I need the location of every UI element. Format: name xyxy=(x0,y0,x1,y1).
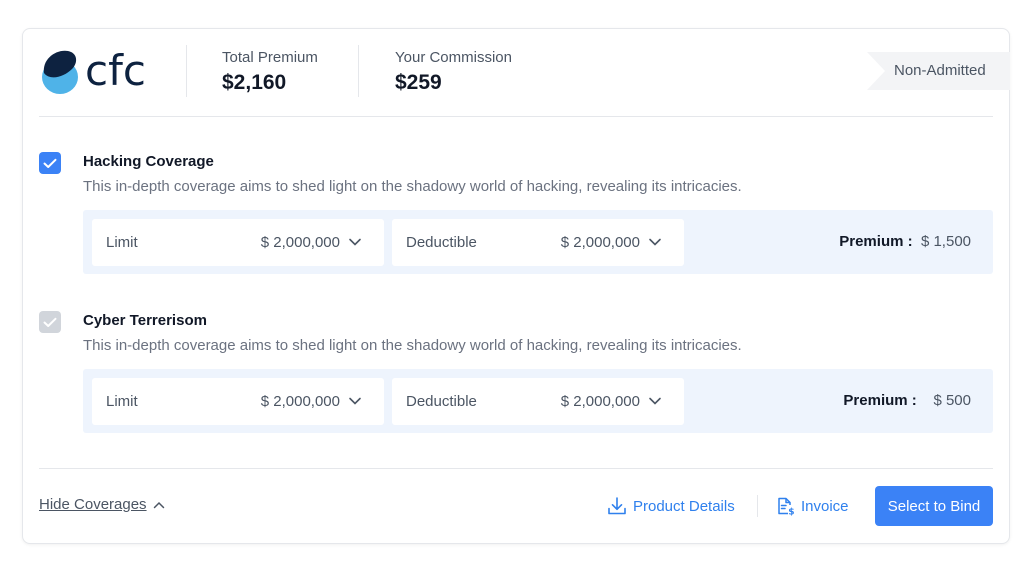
svg-text:$: $ xyxy=(788,508,794,517)
cyber-terrorism-checkbox[interactable] xyxy=(39,311,61,333)
total-premium-label: Total Premium xyxy=(222,49,318,66)
product-details-label: Product Details xyxy=(633,497,735,515)
coverage-description: This in-depth coverage aims to shed ligh… xyxy=(83,337,742,354)
chevron-down-icon xyxy=(349,238,361,246)
chevron-down-icon xyxy=(349,397,361,405)
coverage-premium: Premium : $ 500 xyxy=(843,392,971,409)
invoice-icon: $ xyxy=(778,497,794,517)
deductible-value: $ 2,000,000 xyxy=(560,234,640,251)
download-icon xyxy=(608,497,626,515)
footer-separator xyxy=(39,468,993,469)
coverage-options-panel: Limit $ 2,000,000 Deductible $ 2,000,000… xyxy=(83,369,993,433)
checkmark-icon xyxy=(43,158,57,168)
premium-label: Premium : xyxy=(839,233,913,250)
limit-select[interactable]: Limit $ 2,000,000 xyxy=(92,378,384,425)
limit-label: Limit xyxy=(106,393,138,410)
limit-label: Limit xyxy=(106,234,138,251)
commission-value: $259 xyxy=(395,71,442,94)
premium-label: Premium : xyxy=(843,392,917,409)
coverage-premium: Premium : $ 1,500 xyxy=(839,233,971,250)
coverage-options-panel: Limit $ 2,000,000 Deductible $ 2,000,000… xyxy=(83,210,993,274)
quote-card xyxy=(22,28,1010,544)
header-separator xyxy=(39,116,993,117)
premium-value: $ 1,500 xyxy=(920,233,971,250)
deductible-select[interactable]: Deductible $ 2,000,000 xyxy=(392,219,684,266)
product-details-link[interactable]: Product Details xyxy=(607,496,735,516)
header-divider xyxy=(186,45,187,97)
chevron-up-icon xyxy=(153,501,164,508)
limit-select[interactable]: Limit $ 2,000,000 xyxy=(92,219,384,266)
hide-coverages-label: Hide Coverages xyxy=(39,496,147,513)
admission-status-badge: Non-Admitted xyxy=(867,52,1010,90)
deductible-label: Deductible xyxy=(406,234,477,251)
invoice-label: Invoice xyxy=(801,497,849,515)
header-divider xyxy=(358,45,359,97)
coverage-title: Cyber Terrerisom xyxy=(83,312,207,329)
deductible-value: $ 2,000,000 xyxy=(560,393,640,410)
total-premium-value: $2,160 xyxy=(222,71,287,94)
coverage-title: Hacking Coverage xyxy=(83,153,214,170)
checkmark-icon xyxy=(43,317,57,327)
limit-value: $ 2,000,000 xyxy=(260,234,340,251)
deductible-label: Deductible xyxy=(406,393,477,410)
coverage-description: This in-depth coverage aims to shed ligh… xyxy=(83,178,742,195)
limit-value: $ 2,000,000 xyxy=(260,393,340,410)
hide-coverages-link[interactable]: Hide Coverages xyxy=(39,496,165,513)
hacking-coverage-checkbox[interactable] xyxy=(39,152,61,174)
deductible-select[interactable]: Deductible $ 2,000,000 xyxy=(392,378,684,425)
commission-label: Your Commission xyxy=(395,49,512,66)
logo-text: cfc xyxy=(85,46,146,95)
footer-divider xyxy=(757,495,758,517)
premium-value: $ 500 xyxy=(933,392,971,409)
invoice-link[interactable]: $ Invoice xyxy=(775,496,849,516)
chevron-down-icon xyxy=(649,238,661,246)
select-to-bind-button[interactable]: Select to Bind xyxy=(875,486,993,526)
chevron-down-icon xyxy=(649,397,661,405)
